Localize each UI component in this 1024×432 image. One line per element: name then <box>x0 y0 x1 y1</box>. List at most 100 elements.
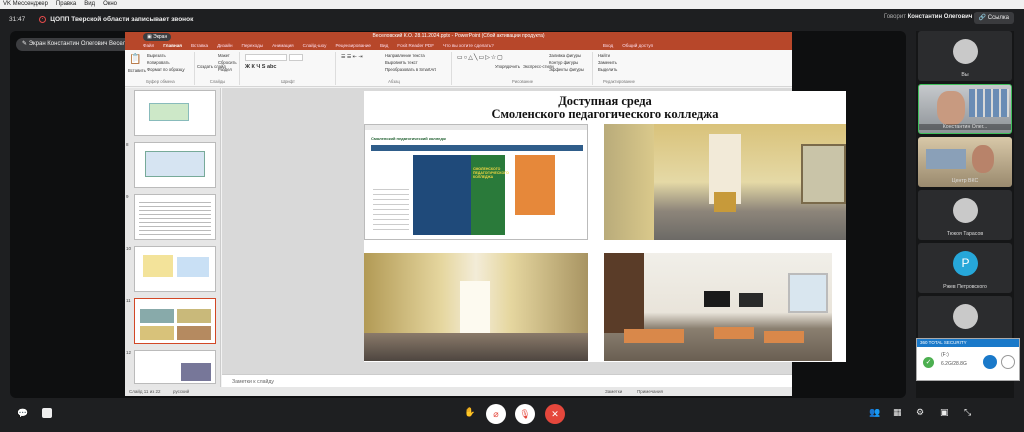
settings-icon[interactable]: ⚙ <box>916 407 924 418</box>
find-button[interactable]: Найти <box>598 53 610 58</box>
select-button[interactable]: Выделить <box>598 67 617 72</box>
participant-name: Константин Олег... <box>919 124 1011 130</box>
shapes-gallery[interactable]: ▭○△╲▭▷☆▢ <box>457 54 504 61</box>
menu-item-window[interactable]: Окно <box>103 0 117 9</box>
comments-toggle[interactable]: Примечания <box>637 387 663 396</box>
list-buttons[interactable]: ☰ ☰ ⇤ ⇥ <box>341 54 363 60</box>
classroom-photo <box>604 253 832 361</box>
font-size-input[interactable] <box>289 54 303 61</box>
align-text-button[interactable]: Выровнять текст <box>385 60 418 65</box>
font-format-buttons[interactable]: Ж К Ч S abc <box>245 64 276 70</box>
format-painter-button[interactable]: Формат по образцу <box>147 67 185 72</box>
section-button[interactable]: Раздел <box>218 67 232 72</box>
tell-me-search[interactable]: Что вы хотите сделать? <box>443 41 494 50</box>
slide-title: Доступная среда Смоленского педагогическ… <box>364 95 846 121</box>
participant-name: Центр ВКС <box>951 178 979 184</box>
replace-button[interactable]: Заменить <box>598 60 617 65</box>
text-direction-button[interactable]: Направление текста <box>385 53 425 58</box>
slide-thumbnail[interactable] <box>134 350 216 384</box>
ribbon: 📋 Вставить Вырезать Копировать Формат по… <box>125 50 792 87</box>
sign-in-link[interactable]: Вход <box>603 41 613 50</box>
grid-view-icon[interactable]: ▦ <box>893 407 902 418</box>
group-label: Буфер обмена <box>146 79 175 84</box>
tab-animations[interactable]: Анимация <box>272 41 294 50</box>
group-slides: Создать слайд Макет Сбросить Раздел Слай… <box>196 52 240 85</box>
reset-button[interactable]: Сбросить <box>218 60 237 65</box>
slide-thumbnail[interactable] <box>134 90 216 136</box>
recording-icon <box>39 15 47 23</box>
font-name-input[interactable] <box>245 54 287 61</box>
menu-item-app[interactable]: VK Мессенджер <box>3 0 48 9</box>
call-header: 31:47 ЦОПП Тверской области записывает з… <box>0 9 1024 29</box>
participant-name: Тюкоя Тарасов <box>946 231 984 237</box>
group-label: Слайды <box>209 79 226 84</box>
participant-tile[interactable]: Р Ржев Петровского <box>918 243 1012 293</box>
participants-icon[interactable]: 👥 <box>869 407 880 418</box>
smartart-button[interactable]: Преобразовать в SmartArt <box>385 67 436 72</box>
notes-pane[interactable]: Заметки к слайду <box>222 374 792 388</box>
participant-tile[interactable]: Вы <box>918 31 1012 81</box>
tab-view[interactable]: Вид <box>380 41 388 50</box>
slide-thumbnail[interactable] <box>134 194 216 240</box>
paste-icon: 📋 <box>129 54 142 65</box>
slide-thumbnail[interactable] <box>134 142 216 188</box>
tab-file[interactable]: Файл <box>143 41 154 50</box>
group-font: Ж К Ч S abc Шрифт <box>241 52 336 85</box>
menu-item-edit[interactable]: Правка <box>56 0 76 9</box>
current-slide[interactable]: Доступная среда Смоленского педагогическ… <box>364 91 846 362</box>
microphone-off-button[interactable]: 🎙 <box>515 404 535 424</box>
shape-fill-button[interactable]: Заливка фигуры <box>549 53 581 58</box>
recording-text: ЦОПП Тверской области записывает звонок <box>50 15 194 23</box>
hangup-button[interactable]: ✕ <box>545 404 565 424</box>
eject-button[interactable] <box>1001 355 1015 369</box>
video-feed <box>937 91 965 125</box>
picture-in-picture-icon[interactable]: ▣ <box>940 407 949 418</box>
avatar <box>953 198 978 223</box>
participant-name: Вы <box>961 72 969 78</box>
collapse-icon[interactable]: ⤡ <box>964 407 971 418</box>
tab-transitions[interactable]: Переходы <box>242 41 264 50</box>
slide-thumbnail-current[interactable] <box>134 298 216 344</box>
powerpoint-window: Веселовский К.О. 28.11.2024.pptx - Power… <box>125 32 846 396</box>
avatar <box>953 39 978 64</box>
participant-tile[interactable]: Тюкоя Тарасов <box>918 190 1012 240</box>
menu-item-view[interactable]: Вид <box>84 0 95 9</box>
participant-tile[interactable]: Центр ВКС <box>918 137 1012 187</box>
speaking-label: Говорит <box>883 14 906 20</box>
shape-outline-button[interactable]: Контур фигуры <box>549 60 578 65</box>
tab-design[interactable]: Дизайн <box>217 41 232 50</box>
speaking-name: Константин Олегович В. <box>907 14 980 20</box>
paste-button[interactable]: Вставить <box>128 68 146 73</box>
tab-foxit[interactable]: Foxit Reader PDF <box>397 41 434 50</box>
tab-review[interactable]: Рецензирование <box>335 41 370 50</box>
tab-insert[interactable]: Вставка <box>191 41 208 50</box>
drive-usage: 6.2G/28.8G <box>941 361 967 367</box>
corridor-photo <box>364 253 588 361</box>
participant-tile-active-speaker[interactable]: Константин Олег... <box>918 84 1012 134</box>
screen-share-icon: ✎ <box>22 41 28 47</box>
copy-button[interactable]: Копировать <box>147 60 170 65</box>
share-button[interactable]: Общий доступ <box>622 41 653 50</box>
slide-thumbnail[interactable] <box>134 246 216 292</box>
group-editing: Найти Заменить Выделить Редактирование <box>594 52 644 85</box>
shape-effects-button[interactable]: Эффекты фигуры <box>549 67 584 72</box>
cut-button[interactable]: Вырезать <box>147 53 166 58</box>
raise-hand-icon[interactable]: ✋ <box>464 407 475 418</box>
antivirus-popup: 360 TOTAL SECURITY ✓ (F:) 6.2G/28.8G <box>916 338 1020 381</box>
copy-link-button[interactable]: 🔗 Ссылка <box>973 12 1014 24</box>
window-title: Веселовский К.О. 28.11.2024.pptx - Power… <box>125 32 792 41</box>
chat-icon[interactable]: 💬 <box>17 408 28 419</box>
tab-slideshow[interactable]: Слайд-шоу <box>303 41 327 50</box>
camera-off-button[interactable]: ⌀ <box>486 404 506 424</box>
site-name: Смоленский педагогический колледж <box>371 136 446 141</box>
layout-button[interactable]: Макет <box>218 53 230 58</box>
hallway-photo <box>604 124 846 240</box>
arrange-button[interactable]: Упорядочить <box>495 64 520 69</box>
speaking-indicator: Говорит Константин Олегович В. <box>884 14 980 20</box>
share-screen-icon[interactable] <box>42 408 52 418</box>
notes-toggle[interactable]: Заметки <box>605 387 622 396</box>
slide-counter: Слайд 11 из 22 <box>129 389 161 394</box>
tab-home[interactable]: Главная <box>163 41 182 50</box>
monitor-icon: ▣ <box>147 34 152 40</box>
open-folder-button[interactable] <box>983 355 997 369</box>
